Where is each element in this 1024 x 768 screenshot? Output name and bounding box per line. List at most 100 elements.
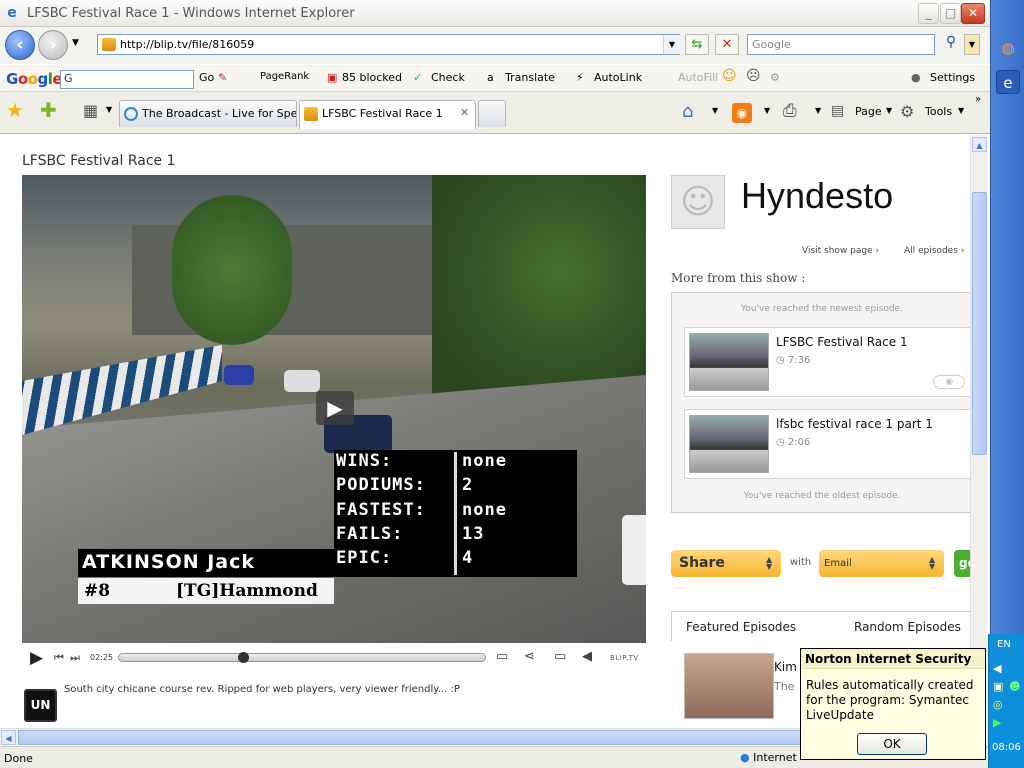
address-url[interactable]: http://blip.tv/file/816059 <box>120 38 254 51</box>
ie-logo-icon: e <box>7 5 17 21</box>
new-tab-button[interactable] <box>478 100 506 127</box>
print-icon[interactable]: ⎙ <box>783 101 797 121</box>
bookmark-icon[interactable]: ✎ <box>218 71 227 84</box>
share-select[interactable]: Share ▲ ▼ <box>671 550 781 577</box>
next-icon[interactable]: ⏭ <box>70 651 80 665</box>
tab-random-episodes[interactable]: Random Episodes <box>854 620 961 634</box>
address-dropdown-icon[interactable]: ▼ <box>663 35 680 54</box>
play-button[interactable]: ▶ <box>30 648 43 668</box>
settings-wrench-icon[interactable]: ⚙ <box>770 71 780 84</box>
visit-show-link[interactable]: Visit show page › <box>802 246 879 256</box>
quick-tabs-icon[interactable]: ▦ <box>83 101 98 120</box>
history-dropdown-icon[interactable]: ▼ <box>72 38 79 48</box>
close-button[interactable]: ✕ <box>961 3 985 24</box>
tab-list-dropdown-icon[interactable]: ▼ <box>106 105 112 114</box>
tray-people-icon[interactable]: ☻ <box>1009 680 1020 693</box>
episode-title[interactable]: LFSBC Festival Race 1 <box>776 335 908 349</box>
horizontal-scrollbar[interactable]: ◀ <box>0 728 918 745</box>
ok-button[interactable]: OK <box>857 733 927 755</box>
tray-apps-icon[interactable]: ▣ <box>993 680 1003 693</box>
search-icon[interactable]: ⚲ <box>939 34 963 55</box>
stop-button[interactable]: ✕ <box>715 34 739 55</box>
list-item[interactable]: lfsbc festival race 1 part 1 ◷ 2:06 <box>684 409 970 479</box>
horizontal-scroll-thumb[interactable] <box>18 730 918 745</box>
tools-dropdown-icon[interactable]: ▼ <box>958 106 964 115</box>
google-go-button[interactable]: Go <box>199 71 214 84</box>
screen-icon[interactable]: ▭ <box>554 649 566 664</box>
window-title: LFSBC Festival Race 1 - Windows Internet… <box>27 6 355 21</box>
feeds-dropdown-icon[interactable]: ▼ <box>764 106 770 115</box>
autofill-button[interactable]: AutoFill <box>678 71 718 84</box>
chapters-book-icon[interactable]: ▭ <box>496 649 508 664</box>
address-row: ‹ › ▼ http://blip.tv/file/816059 ▼ ⇆ ✕ G… <box>0 27 990 64</box>
search-input[interactable]: Google <box>747 34 935 55</box>
popup-blocker-button[interactable]: 85 blocked <box>342 71 402 84</box>
system-tray: EN ◀ ▣ ☻ ◎ ▶ 08:06 <box>988 634 1024 768</box>
autolink-button[interactable]: AutoLink <box>594 71 642 84</box>
show-avatar-smiley-icon[interactable]: ☺ <box>671 175 725 229</box>
share-icon[interactable]: ⋖ <box>524 649 535 664</box>
featured-title[interactable]: Kim <box>774 660 797 674</box>
address-bar[interactable]: http://blip.tv/file/816059 ▼ <box>97 34 680 55</box>
tab-the-broadcast[interactable]: The Broadcast - Live for Speed <box>119 100 297 127</box>
pagerank-button[interactable]: PageRank <box>260 71 309 82</box>
rss-feed-icon[interactable]: ◉ <box>732 103 752 123</box>
stat-value: 2 <box>462 475 474 495</box>
firefox-icon[interactable]: ◍ <box>996 36 1020 60</box>
clock: 08:06 <box>992 742 1021 753</box>
play-overlay-icon[interactable]: ▶ <box>316 391 354 425</box>
back-button[interactable]: ‹ <box>5 30 35 60</box>
episode-thumbnail[interactable] <box>689 333 769 391</box>
list-item[interactable]: LFSBC Festival Race 1 ◷ 7:36 ◉ <box>684 327 970 397</box>
tab-lfsbc-festival-race[interactable]: LFSBC Festival Race 1 ✕ <box>299 100 476 129</box>
show-name[interactable]: Hyndesto <box>741 175 893 217</box>
frown-icon[interactable]: ☹ <box>746 68 761 84</box>
settings-button[interactable]: Settings <box>930 71 975 84</box>
all-episodes-link[interactable]: All episodes › <box>904 246 964 256</box>
translate-button[interactable]: Translate <box>505 71 555 84</box>
refresh-button[interactable]: ⇆ <box>685 34 709 55</box>
newest-notice: You've reached the newest episode. <box>741 304 903 314</box>
scroll-up-icon[interactable]: ▲ <box>972 137 987 152</box>
toolbar-overflow-icon[interactable]: » <box>975 94 981 105</box>
scroll-left-icon[interactable]: ◀ <box>1 730 16 745</box>
home-dropdown-icon[interactable]: ▼ <box>712 106 718 115</box>
blip-brand[interactable]: BLIP.TV <box>610 654 639 662</box>
page-dropdown-icon[interactable]: ▼ <box>886 106 892 115</box>
featured-thumbnail[interactable] <box>684 653 774 719</box>
progress-bar[interactable] <box>118 653 486 662</box>
add-favorite-icon[interactable]: ✚ <box>40 98 57 122</box>
smiley-icon[interactable]: ☺ <box>722 68 737 84</box>
video-player[interactable]: ▶ WINS: none PODIUMS: 2 FASTEST: none FA… <box>22 175 646 643</box>
tray-network-icon[interactable]: ◎ <box>993 698 1003 711</box>
notification-title: Norton Internet Security <box>801 649 985 669</box>
volume-icon[interactable]: ◀ <box>582 649 592 664</box>
episode-thumbnail[interactable] <box>689 415 769 473</box>
share-go-button[interactable]: go <box>954 550 970 577</box>
home-icon[interactable]: ⌂ <box>682 101 693 122</box>
share-method-select[interactable]: Email ▲ ▼ <box>819 550 944 577</box>
ie-taskbar-icon[interactable]: e <box>996 70 1020 94</box>
minimize-button[interactable]: _ <box>918 3 939 24</box>
page-menu-button[interactable]: Page <box>855 105 882 118</box>
search-options-dropdown-icon[interactable]: ▼ <box>964 34 980 55</box>
tab-featured-episodes[interactable]: Featured Episodes <box>686 620 796 634</box>
previous-icon[interactable]: ⏮ <box>54 651 64 665</box>
vertical-scroll-thumb[interactable] <box>972 192 987 455</box>
favorites-star-icon[interactable]: ★ <box>6 98 24 122</box>
google-search-input[interactable]: G <box>60 70 194 89</box>
forward-button[interactable]: › <box>38 30 68 60</box>
tray-play-icon[interactable]: ▶ <box>993 716 1001 729</box>
uploader-logo[interactable]: UN <box>24 689 57 722</box>
episode-title[interactable]: lfsbc festival race 1 part 1 <box>776 417 933 431</box>
page-content: LFSBC Festival Race 1 ▶ WINS: none PODIU… <box>0 135 970 728</box>
tray-back-icon[interactable]: ◀ <box>993 662 1001 675</box>
check-button[interactable]: Check <box>431 71 465 84</box>
maximize-button[interactable]: □ <box>940 3 961 24</box>
vertical-scrollbar[interactable]: ▲ <box>970 135 987 728</box>
tools-menu-button[interactable]: Tools <box>925 105 952 118</box>
language-indicator[interactable]: EN <box>997 639 1011 650</box>
close-tab-icon[interactable]: ✕ <box>460 106 469 119</box>
print-dropdown-icon[interactable]: ▼ <box>815 106 821 115</box>
page-icon: ▤ <box>831 103 845 119</box>
